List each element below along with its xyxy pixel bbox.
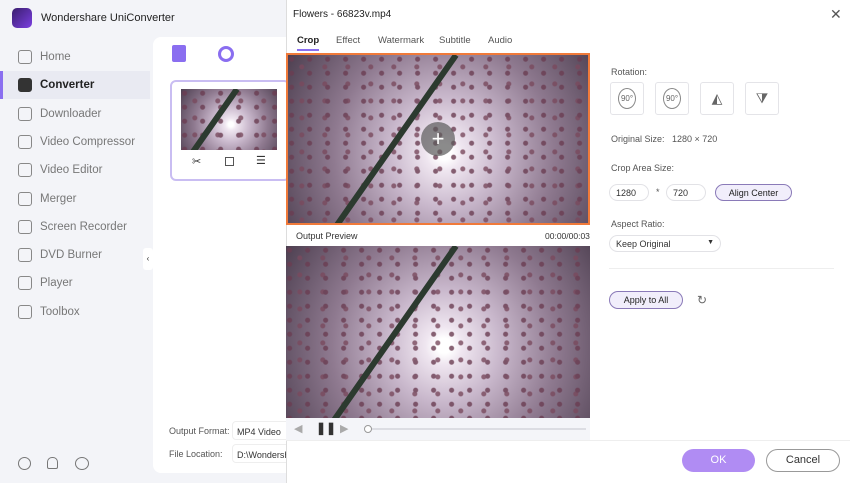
sidebar-item-label: Merger <box>40 192 77 205</box>
crop-width-input[interactable]: 1280 <box>609 184 649 201</box>
close-icon[interactable]: ✕ <box>830 6 842 23</box>
merge-icon <box>18 191 32 206</box>
effects-icon[interactable]: ☰ <box>256 154 266 167</box>
output-preview <box>286 246 590 418</box>
sidebar-item-label: Player <box>40 277 73 290</box>
dialog-footer-divider <box>286 440 850 441</box>
rotate-counterclockwise-button[interactable]: 90° <box>655 82 689 115</box>
play-icon <box>18 276 32 291</box>
crop-area-label: Crop Area Size: <box>611 163 675 173</box>
sidebar-item-merger[interactable]: Merger <box>0 185 150 213</box>
original-size-label: Original Size: <box>611 134 665 144</box>
grid-icon <box>18 304 32 319</box>
sidebar-item-label: Video Editor <box>40 164 103 177</box>
tab-subtitle[interactable]: Subtitle <box>439 35 471 46</box>
sidebar-item-label: Downloader <box>40 107 102 120</box>
aspect-ratio-select[interactable]: Keep Original ▼ <box>609 235 721 252</box>
move-handle-icon[interactable]: + <box>421 122 455 156</box>
sidebar-item-video-editor[interactable]: Video Editor <box>0 156 150 184</box>
flip-vertical-button[interactable]: ⧩ <box>745 82 779 115</box>
compress-icon <box>18 134 32 149</box>
file-location-label: File Location: <box>169 449 223 459</box>
crop-height-input[interactable]: 720 <box>666 184 706 201</box>
home-icon <box>18 50 32 64</box>
progress-track[interactable] <box>368 428 586 430</box>
sidebar-item-label: Home <box>40 51 71 63</box>
flip-horizontal-icon: ◭ <box>711 90 723 106</box>
sidebar-item-converter[interactable]: Converter <box>0 71 150 100</box>
align-center-button[interactable]: Align Center <box>715 184 792 201</box>
collapse-sidebar-button[interactable]: ‹ <box>143 248 153 270</box>
tab-audio[interactable]: Audio <box>488 35 512 46</box>
file-location-field[interactable]: D:\Wondersh <box>232 444 292 463</box>
converter-icon <box>18 78 32 93</box>
cancel-button[interactable]: Cancel <box>766 449 840 472</box>
aspect-ratio-label: Aspect Ratio: <box>611 219 665 229</box>
bell-icon[interactable] <box>47 457 58 469</box>
file-thumbnail <box>181 89 277 150</box>
app-title: Wondershare UniConverter <box>41 12 175 24</box>
disc-icon <box>18 248 32 263</box>
sidebar-item-video-compressor[interactable]: Video Compressor <box>0 128 150 156</box>
sidebar-item-label: DVD Burner <box>40 249 102 262</box>
rotate-clockwise-button[interactable]: 90° <box>610 82 644 115</box>
aspect-ratio-value: Keep Original <box>616 239 671 249</box>
crop-icon[interactable] <box>225 157 234 166</box>
progress-thumb[interactable] <box>364 425 372 433</box>
flip-vertical-icon: ⧩ <box>755 90 769 106</box>
reset-icon[interactable]: ↻ <box>697 293 707 307</box>
time-display: 00:00/00:03 <box>545 231 590 241</box>
tab-effect[interactable]: Effect <box>336 35 360 46</box>
app-logo <box>12 8 32 28</box>
add-file-button[interactable] <box>172 45 186 62</box>
crop-separator: * <box>656 187 660 197</box>
apply-to-all-button[interactable]: Apply to All <box>609 291 683 309</box>
dialog-title: Flowers - 66823v.mp4 <box>293 9 392 20</box>
tab-watermark[interactable]: Watermark <box>378 35 424 46</box>
rotate-cw-icon: 90° <box>617 88 637 109</box>
sidebar-item-toolbox[interactable]: Toolbox <box>0 298 150 326</box>
output-format-select[interactable]: MP4 Video <box>232 421 292 440</box>
tab-crop[interactable]: Crop <box>297 35 320 51</box>
next-frame-icon[interactable]: ▶ <box>340 422 348 435</box>
sidebar-item-label: Converter <box>40 79 95 92</box>
trim-icon[interactable]: ✂ <box>192 155 201 168</box>
feedback-icon[interactable] <box>75 457 89 470</box>
sidebar-item-label: Toolbox <box>40 305 80 318</box>
record-icon <box>18 219 32 234</box>
sidebar-item-downloader[interactable]: Downloader <box>0 100 150 128</box>
scissors-icon <box>18 163 32 178</box>
download-icon <box>18 106 32 121</box>
sidebar-item-dvd-burner[interactable]: DVD Burner <box>0 241 150 269</box>
rotate-ccw-icon: 90° <box>662 88 682 109</box>
divider <box>609 268 834 269</box>
ok-button[interactable]: OK <box>682 449 755 472</box>
add-dvd-button[interactable] <box>218 46 234 62</box>
flip-horizontal-button[interactable]: ◭ <box>700 82 734 115</box>
sidebar-item-label: Screen Recorder <box>40 220 127 233</box>
original-size-value: 1280 × 720 <box>672 134 718 144</box>
pause-icon[interactable]: ❚❚ <box>316 421 336 435</box>
output-preview-label: Output Preview <box>296 231 358 241</box>
sidebar-item-player[interactable]: Player <box>0 269 150 297</box>
output-format-label: Output Format: <box>169 426 230 436</box>
rotation-label: Rotation: <box>611 67 648 77</box>
sidebar-item-label: Video Compressor <box>40 135 136 148</box>
sidebar-item-screen-recorder[interactable]: Screen Recorder <box>0 213 150 241</box>
sidebar-item-home[interactable]: Home <box>0 43 150 71</box>
help-icon[interactable] <box>18 457 31 470</box>
chevron-down-icon: ▼ <box>707 239 714 246</box>
previous-frame-icon[interactable]: ◀ <box>294 422 302 435</box>
